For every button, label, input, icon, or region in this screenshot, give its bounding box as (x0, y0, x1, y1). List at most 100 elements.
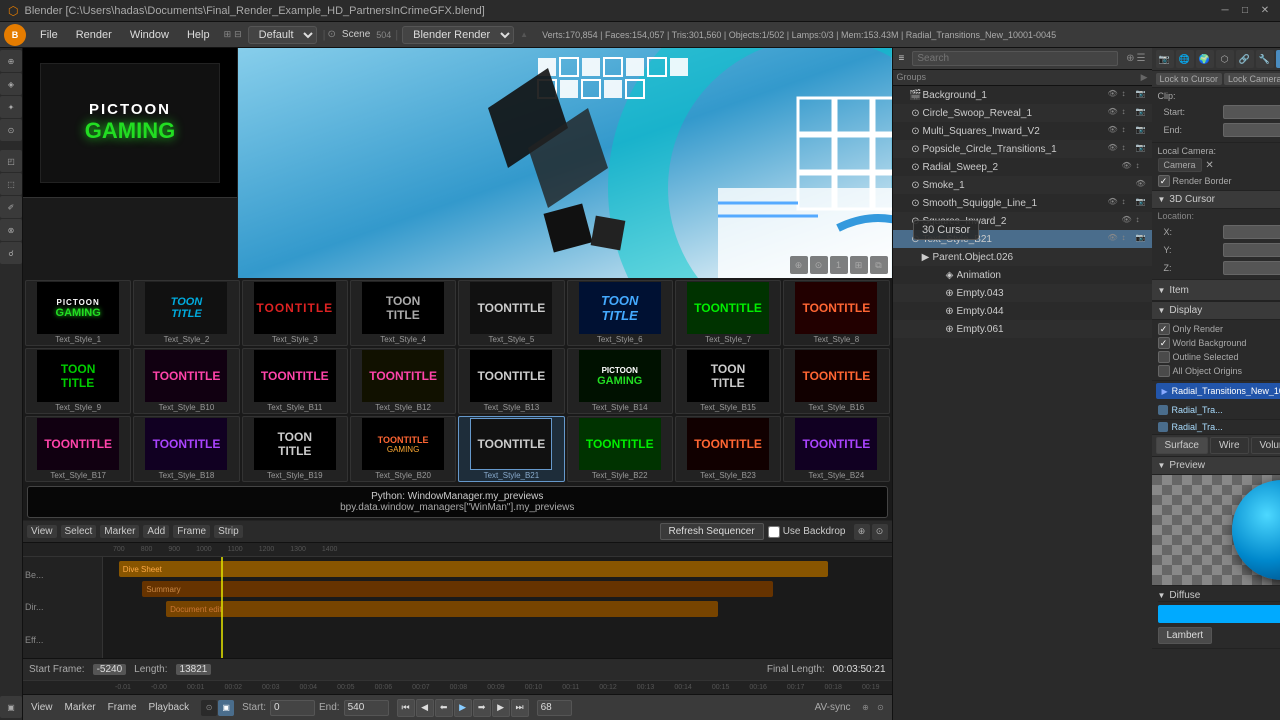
prop-render-icon[interactable]: 📷 (1156, 50, 1174, 68)
lock-camera-btn[interactable]: Lock Camera to ... (1224, 73, 1280, 85)
menu-window[interactable]: Window (122, 27, 177, 43)
seq-bar-1[interactable]: Dive Sheet (119, 561, 829, 577)
outliner-item-text-b21[interactable]: ⊙ Text_Style_B21 👁 ↕ 📷 (893, 230, 1152, 248)
style-item-b23[interactable]: TOONTITLE Text_Style_B23 (675, 416, 781, 482)
prop-material-icon[interactable]: ● (1276, 50, 1280, 68)
prop-scene-icon[interactable]: 🌐 (1176, 50, 1194, 68)
outliner-expand[interactable]: ▶ (1141, 72, 1148, 83)
tool-icon-9[interactable]: ☌ (0, 242, 22, 264)
diffuse-color-swatch[interactable] (1158, 605, 1280, 623)
refresh-sequencer-btn[interactable]: Refresh Sequencer (660, 523, 764, 540)
sel-icon-3[interactable]: ↕ (1122, 125, 1134, 137)
tool-icon-7[interactable]: ✐ (0, 196, 22, 218)
vis-icon-3[interactable]: 👁 (1108, 125, 1120, 137)
outline-sel-check[interactable] (1158, 351, 1170, 363)
vis-icon[interactable]: 👁 (1108, 89, 1120, 101)
viewport-btn-3[interactable]: 1 (830, 256, 848, 274)
style-item-b12[interactable]: TOONTITLE Text_Style_B12 (350, 348, 456, 414)
seq-frame-btn[interactable]: Frame (173, 525, 210, 538)
playback-marker-btn[interactable]: Marker (61, 701, 100, 714)
surface-tab[interactable]: Surface (1156, 437, 1208, 454)
style-item-b19[interactable]: TOON TITLE Text_Style_B19 (242, 416, 348, 482)
prop-object-icon[interactable]: ⬡ (1216, 50, 1234, 68)
outliner-item-empty61[interactable]: ⊕ Empty.061 (893, 320, 1152, 338)
camera-clear-btn[interactable]: ✕ (1204, 159, 1216, 171)
play-btn[interactable]: ▶ (454, 699, 472, 717)
outliner-item-multi[interactable]: ⊙ Multi_Squares_Inward_V2 👁 ↕ 📷 (893, 122, 1152, 140)
style-item-2[interactable]: TOON TITLE Text_Style_2 (133, 280, 239, 346)
tool-icon-bottom[interactable]: ▣ (0, 696, 22, 718)
tool-icon-2[interactable]: ◈ (0, 73, 22, 95)
start-frame-input[interactable] (270, 700, 315, 716)
style-item-b11[interactable]: TOONTITLE Text_Style_B11 (242, 348, 348, 414)
lambert-btn[interactable]: Lambert (1158, 627, 1213, 644)
outliner-icon-2[interactable]: ☰ (1137, 53, 1146, 64)
mode-selector[interactable]: Default (248, 26, 317, 44)
style-item-b24[interactable]: TOONTITLE Text_Style_B24 (783, 416, 889, 482)
only-render-check[interactable] (1158, 323, 1170, 335)
sel-icon-2[interactable]: ↕ (1122, 107, 1134, 119)
outliner-item-squiggle[interactable]: ⊙ Smooth_Squiggle_Line_1 👁 ↕ 📷 (893, 194, 1152, 212)
skip-end-btn[interactable]: ⏭ (511, 699, 529, 717)
ren-icon-4[interactable]: 📷 (1136, 143, 1148, 155)
vis-icon-2[interactable]: 👁 (1108, 107, 1120, 119)
tool-icon-3[interactable]: ✦ (0, 96, 22, 118)
sel-icon-4[interactable]: ↕ (1122, 143, 1134, 155)
minimize-button[interactable]: ─ (1218, 4, 1232, 18)
style-item-b13[interactable]: TOONTITLE Text_Style_B13 (458, 348, 564, 414)
use-backdrop-checkbox[interactable] (768, 526, 780, 538)
outliner-item-popsicle[interactable]: ⊙ Popsicle_Circle_Transitions_1 👁 ↕ 📷 (893, 140, 1152, 158)
prop-constraint-icon[interactable]: 🔗 (1236, 50, 1254, 68)
current-frame-input[interactable] (537, 700, 572, 716)
cursor-3d-title[interactable]: ▼ 3D Cursor ≡ (1152, 191, 1280, 209)
style-item-b22[interactable]: TOONTITLE Text_Style_B22 (567, 416, 673, 482)
anim-icon-2[interactable]: ▣ (218, 700, 234, 716)
ren-icon-3[interactable]: 📷 (1136, 125, 1148, 137)
outliner-item-circle[interactable]: ⊙ Circle_Swoop_Reveal_1 👁 ↕ 📷 (893, 104, 1152, 122)
seq-bar-3[interactable]: Document edit (166, 601, 718, 617)
outliner-icon-1[interactable]: ⊕ (1126, 53, 1134, 64)
style-item-3[interactable]: TOONTITLE Text_Style_3 (242, 280, 348, 346)
style-item-b17[interactable]: TOONTITLE Text_Style_B17 (25, 416, 131, 482)
prev-frame-btn[interactable]: ◀ (416, 699, 434, 717)
seq-icon-2[interactable]: ⊙ (872, 524, 888, 540)
style-item-b21[interactable]: TOONTITLE Text_Style_B21 (458, 416, 564, 482)
ren-icon[interactable]: 📷 (1136, 89, 1148, 101)
tool-icon-6[interactable]: ⬚ (0, 173, 22, 195)
end-frame-input[interactable] (344, 700, 389, 716)
use-backdrop-check[interactable]: Use Backdrop (768, 526, 846, 538)
playback-frame-btn[interactable]: Frame (104, 701, 141, 714)
maximize-button[interactable]: □ (1238, 4, 1252, 18)
camera-select-btn[interactable]: Camera (1158, 158, 1202, 172)
style-item-4[interactable]: TOON TITLE Text_Style_4 (350, 280, 456, 346)
cursor-x-input[interactable] (1223, 225, 1280, 239)
style-item-b14[interactable]: PICTOON GAMING Text_Style_B14 (567, 348, 673, 414)
seq-select-btn[interactable]: Select (61, 525, 97, 538)
tool-icon-1[interactable]: ⊕ (0, 50, 22, 72)
outliner-item-empty43[interactable]: ⊕ Empty.043 (893, 284, 1152, 302)
clip-end-input[interactable] (1223, 123, 1280, 137)
playback-playback-btn[interactable]: Playback (145, 701, 194, 714)
style-item-b18[interactable]: TOONTITLE Text_Style_B18 (133, 416, 239, 482)
sel-icon-5[interactable]: ↕ (1136, 161, 1148, 173)
style-item-5[interactable]: TOONTITLE Text_Style_5 (458, 280, 564, 346)
diffuse-title[interactable]: ▼ Diffuse (1158, 590, 1280, 602)
ren-icon-7[interactable]: 📷 (1136, 197, 1148, 209)
viewport-btn-2[interactable]: ⊙ (810, 256, 828, 274)
outliner-item-background1[interactable]: 🎬 Background_1 👁 ↕ 📷 (893, 86, 1152, 104)
item-title[interactable]: ▼ Item Radial_Tra... (1152, 280, 1280, 301)
sel-icon-8[interactable]: ↕ (1136, 215, 1148, 227)
outliner-search[interactable] (912, 51, 1118, 66)
style-item-b15[interactable]: TOON TITLE Text_Style_B15 (675, 348, 781, 414)
seq-strip-btn[interactable]: Strip (214, 525, 243, 538)
tool-icon-4[interactable]: ⊙ (0, 119, 22, 141)
render-engine[interactable]: Blender Render (402, 26, 514, 44)
all-origins-check[interactable] (1158, 365, 1170, 377)
next-keyframe-btn[interactable]: ➡ (473, 699, 491, 717)
anim-icon-1[interactable]: ⊙ (201, 700, 217, 716)
close-button[interactable]: ✕ (1258, 4, 1272, 18)
outliner-item-squares-inward[interactable]: ⊙ Squares_Inward_2 👁 ↕ (893, 212, 1152, 230)
obj-expand[interactable]: ▶ (1162, 387, 1168, 396)
style-item-b10[interactable]: TOONTITLE Text_Style_B10 (133, 348, 239, 414)
menu-render[interactable]: Render (68, 27, 120, 43)
